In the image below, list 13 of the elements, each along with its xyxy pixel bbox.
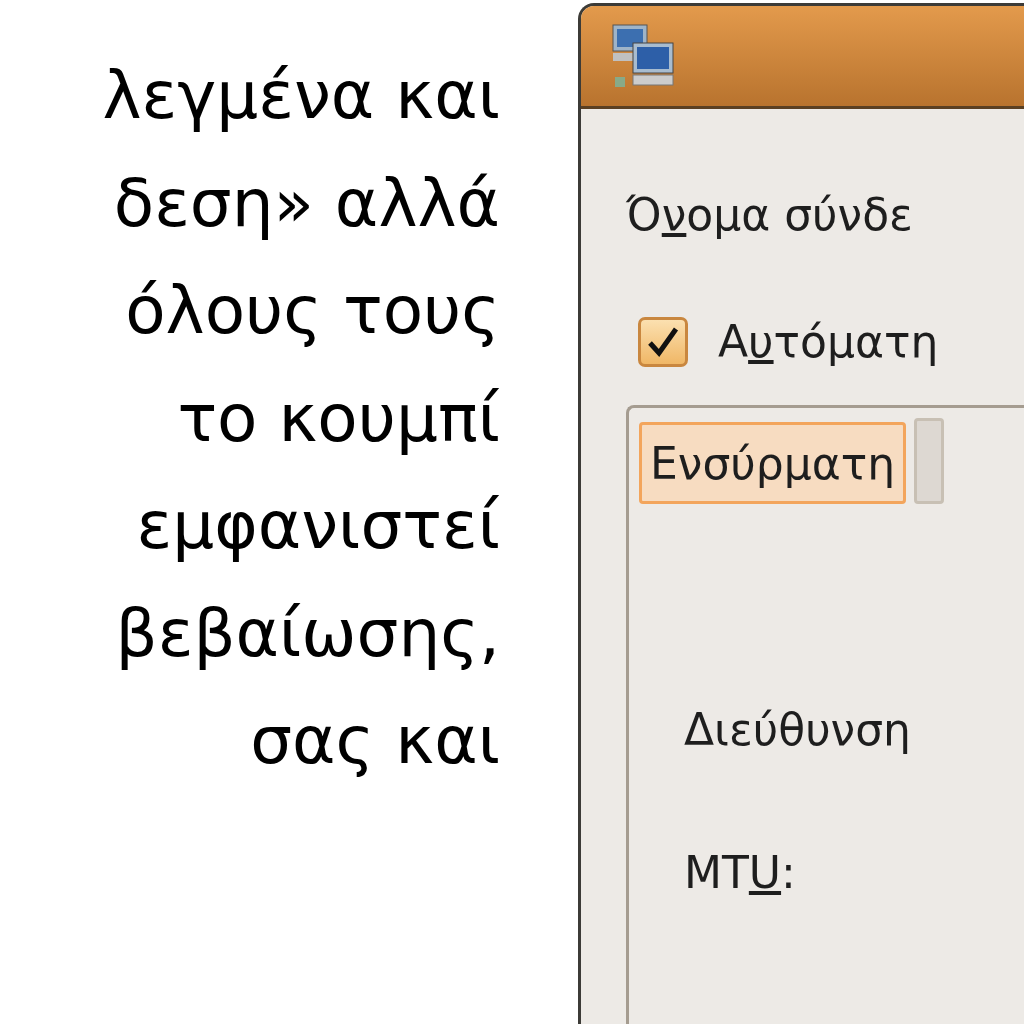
field-label: MTU: bbox=[684, 847, 797, 898]
paragraph-line: δεση» αλλά bbox=[113, 163, 500, 244]
paragraph-line: το κουμπί bbox=[177, 378, 500, 459]
paragraph-line: εμφανιστεί bbox=[136, 486, 500, 566]
paragraph-line: λεγμένα και bbox=[102, 56, 500, 136]
paragraph-line: όλους τους bbox=[125, 271, 500, 351]
checkbox[interactable] bbox=[638, 316, 688, 367]
paragraph-line: σας και bbox=[250, 701, 500, 781]
auto-connect-label: Αυτόματη bbox=[718, 316, 939, 367]
field-label: Διεύθυνση bbox=[684, 704, 912, 755]
connection-name-label: Όνομα σύνδε bbox=[626, 189, 914, 240]
tab[interactable]: Ενσύρματη bbox=[639, 422, 907, 504]
paragraph-line: βεβαίωσης, bbox=[115, 593, 500, 674]
